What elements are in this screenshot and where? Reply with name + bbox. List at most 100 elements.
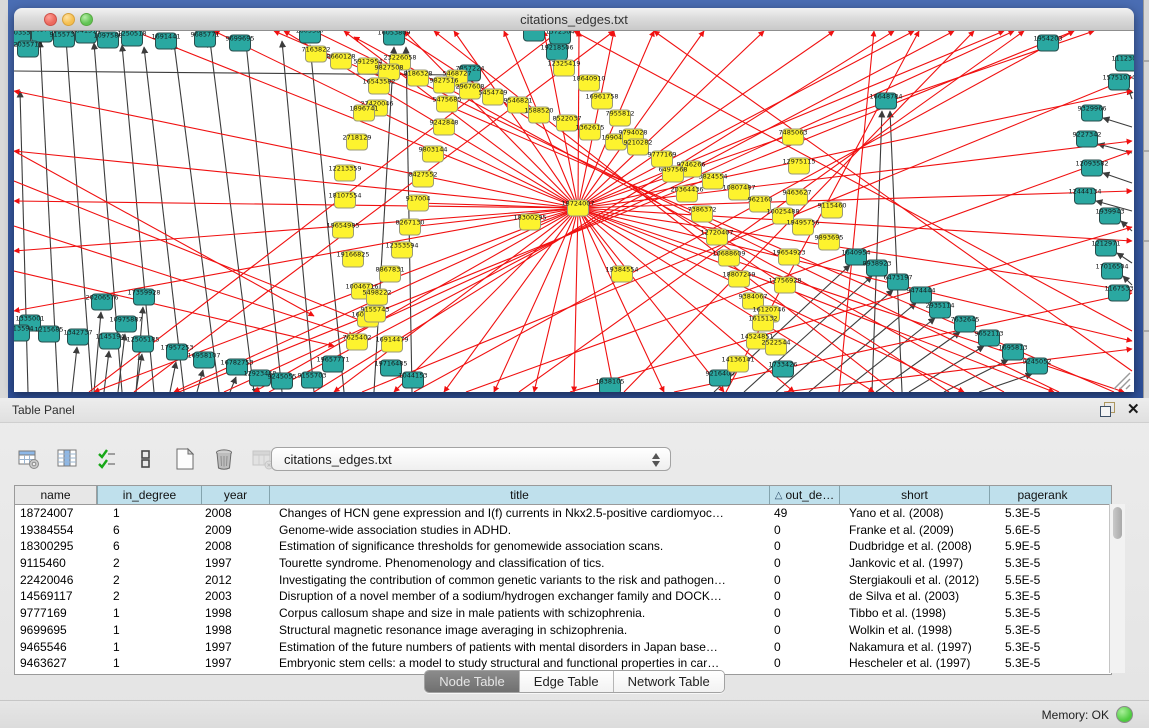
yellow-node[interactable]: 9115460 [818,202,847,219]
teal-node[interactable]: 1572304 [546,31,575,44]
table-row[interactable]: 977716911998Corpus callosum shape and si… [15,605,1111,622]
cell-in_degree[interactable]: 1 [97,622,201,639]
yellow-node[interactable]: 16961758 [585,93,618,110]
cell-year[interactable]: 2009 [201,522,269,539]
cell-title[interactable]: Genome-wide association studies in ADHD. [269,522,769,539]
column-header-year[interactable]: year [201,486,269,504]
cell-title[interactable]: Tourette syndrome. Phenomenology and cla… [269,555,769,572]
teal-node[interactable]: 1212971 [1092,240,1121,257]
cell-pagerank[interactable]: 5.3E-5 [989,555,1095,572]
teal-node[interactable]: 19657771 [316,356,349,373]
tab-node-table[interactable]: Node Table [425,671,519,692]
cell-short[interactable]: Franke et al. (2009) [839,522,989,539]
table-row[interactable]: 1938455462009Genome-wide association stu… [15,522,1111,539]
cell-pagerank[interactable]: 5.5E-5 [989,572,1095,589]
cell-in_degree[interactable]: 2 [97,572,201,589]
column-header-pagerank[interactable]: pagerank [989,486,1095,504]
cell-out_degree[interactable]: 0 [769,639,839,656]
column-header-out_degree[interactable]: △out_de… [769,486,839,504]
teal-node[interactable]: 1215685 [35,326,64,343]
teal-node[interactable]: 1250518 [118,31,147,46]
cell-pagerank[interactable]: 5.9E-5 [989,538,1095,555]
scrollbar-thumb[interactable] [1113,507,1122,539]
cell-year[interactable]: 1997 [201,555,269,572]
yellow-node[interactable]: 12975115 [782,158,815,175]
yellow-node[interactable]: 8660128 [327,53,356,70]
teal-node[interactable]: 9699695 [226,35,255,52]
teal-node[interactable]: 1939943 [1096,208,1125,225]
cell-year[interactable]: 2008 [201,505,269,522]
table-mode-button[interactable] [14,444,44,474]
cell-name[interactable]: 9465546 [15,639,97,656]
yellow-node[interactable]: 8867831 [376,266,405,283]
cell-pagerank[interactable]: 5.3E-5 [989,605,1095,622]
new-column-button[interactable] [170,444,200,474]
cell-short[interactable]: Yano et al. (2008) [839,505,989,522]
yellow-node[interactable]: 12213359 [328,165,361,182]
cell-in_degree[interactable]: 1 [97,639,201,656]
teal-node[interactable]: 1733426 [769,361,798,378]
cell-year[interactable]: 2012 [201,572,269,589]
network-canvas[interactable]: 1603557196577391557338641314109758820357… [14,31,1134,392]
tab-edge-table[interactable]: Edge Table [519,671,613,692]
yellow-node[interactable]: 7485063 [779,129,808,146]
teal-node[interactable]: 8813054 [520,31,549,41]
cell-title[interactable]: Changes of HCN gene expression and I(f) … [269,505,769,522]
vertical-scrollbar[interactable] [1109,504,1125,673]
cell-year[interactable]: 2003 [201,588,269,605]
memory-status-light[interactable] [1116,706,1133,723]
yellow-node[interactable]: 9242848 [430,119,459,136]
table-selector-dropdown[interactable]: citations_edges.txt [271,447,671,471]
cell-title[interactable]: Estimation of the future numbers of pati… [269,639,769,656]
cell-short[interactable]: Nakamura et al. (1997) [839,639,989,656]
cell-short[interactable]: de Silva et al. (2003) [839,588,989,605]
cell-name[interactable]: 22420046 [15,572,97,589]
table-row[interactable]: 1872400712008Changes of HCN gene express… [15,505,1111,522]
yellow-node[interactable]: 9803144 [419,146,448,163]
yellow-node[interactable]: 8186328 [404,70,433,87]
table-row[interactable]: 1830029562008Estimation of significance … [15,538,1111,555]
cell-out_degree[interactable]: 0 [769,605,839,622]
teal-node[interactable]: 1145194 [96,333,125,350]
cell-pagerank[interactable]: 5.3E-5 [989,588,1095,605]
yellow-node[interactable]: 6497568 [659,166,688,183]
cell-title[interactable]: Estimation of significance thresholds fo… [269,538,769,555]
yellow-node[interactable]: 19654985 [326,222,359,239]
cell-out_degree[interactable]: 0 [769,555,839,572]
cell-name[interactable]: 18300295 [15,538,97,555]
show-columns-button[interactable] [53,444,83,474]
window-resize-grip[interactable] [1114,373,1130,389]
cell-name[interactable]: 9699695 [15,622,97,639]
network-graph[interactable]: 1603557196577391557338641314109758820357… [14,31,1134,392]
cell-pagerank[interactable]: 5.3E-5 [989,505,1095,522]
yellow-node[interactable]: 1362615 [576,124,605,141]
cell-year[interactable]: 1998 [201,622,269,639]
teal-node[interactable]: 10975887 [109,316,142,333]
yellow-node[interactable]: 2522544 [762,339,791,356]
cell-in_degree[interactable]: 1 [97,505,201,522]
table-row[interactable]: 911546021997Tourette syndrome. Phenomeno… [15,555,1111,572]
cell-in_degree[interactable]: 6 [97,538,201,555]
cell-out_degree[interactable]: 0 [769,538,839,555]
column-header-short[interactable]: short [839,486,989,504]
collapsed-side-panel[interactable] [1143,0,1149,398]
teal-node[interactable]: 17359928 [127,289,160,306]
cell-name[interactable]: 18724007 [15,505,97,522]
yellow-node[interactable]: 18640910 [572,75,605,92]
cell-name[interactable]: 14569117 [15,588,97,605]
close-panel-button[interactable]: ✕ [1127,400,1140,418]
yellow-node[interactable]: 9827516 [430,77,459,94]
teal-node[interactable]: 1167533 [1105,285,1134,302]
cell-in_degree[interactable]: 6 [97,522,201,539]
yellow-node[interactable]: 8267130 [396,219,425,236]
column-header-name[interactable]: name [15,486,97,504]
cell-out_degree[interactable]: 0 [769,622,839,639]
cell-name[interactable]: 19384554 [15,522,97,539]
teal-node[interactable]: 2035713 [14,41,42,58]
cell-short[interactable]: Dudbridge et al. (2008) [839,538,989,555]
yellow-node[interactable]: 19166825 [336,251,369,268]
yellow-node[interactable]: 12353594 [385,242,418,259]
float-panel-button[interactable] [1100,402,1118,418]
yellow-node[interactable]: 7386372 [688,206,717,223]
cell-out_degree[interactable]: 0 [769,522,839,539]
